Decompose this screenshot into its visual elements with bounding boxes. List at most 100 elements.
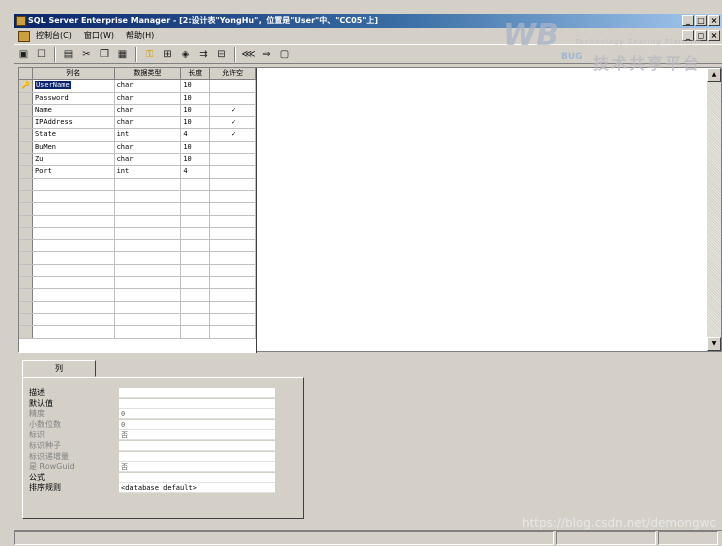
menu-window[interactable]: 窗口(W) [84,28,114,44]
row-selector[interactable] [19,277,33,289]
cell-column-name[interactable]: Name [33,104,115,117]
cell-length[interactable]: 10 [181,154,211,166]
row-selector[interactable] [19,178,33,190]
cell-length[interactable]: 10 [181,141,211,154]
cell-data-type[interactable]: int [115,129,182,141]
cell-column-name[interactable] [33,240,115,252]
relationships-icon[interactable]: ⊞ [160,47,175,62]
row-selector[interactable] [19,301,33,313]
table-row-empty[interactable] [19,301,257,314]
cell-length[interactable] [181,190,211,203]
cell-column-name[interactable]: State [33,129,115,141]
cell-column-name[interactable]: Port [33,166,115,178]
cell-allow-nulls[interactable] [210,190,257,203]
cell-length[interactable] [181,252,211,264]
cell-length[interactable] [181,313,211,326]
cell-length[interactable]: 10 [181,117,211,129]
table-row-empty[interactable] [19,190,257,204]
cell-length[interactable] [181,178,211,190]
property-value[interactable]: 否 [119,462,275,473]
insert-column-icon[interactable]: ▤ [61,47,76,62]
table-row-empty[interactable] [19,326,257,339]
cell-data-type[interactable] [115,277,182,289]
cell-length[interactable]: 4 [181,166,211,178]
cell-data-type[interactable] [115,289,182,301]
menu-console[interactable]: 控制台(C) [36,28,72,44]
row-selector[interactable] [19,141,33,154]
cell-allow-nulls[interactable] [210,326,257,338]
cell-column-name[interactable] [33,203,115,215]
cell-length[interactable]: 10 [181,104,211,117]
cell-column-name[interactable] [33,252,115,264]
cell-data-type[interactable] [115,190,182,203]
cell-column-name[interactable] [33,178,115,190]
mdi-child-icon[interactable] [18,30,30,42]
header-column-name[interactable]: 列名 [33,68,115,80]
cell-column-name[interactable] [33,215,115,227]
cell-allow-nulls[interactable] [210,80,257,92]
cell-allow-nulls[interactable] [210,227,257,240]
cell-allow-nulls[interactable]: ✓ [210,129,257,141]
cell-length[interactable] [181,289,211,301]
cell-column-name[interactable] [33,313,115,326]
cell-length[interactable] [181,264,211,277]
cell-allow-nulls[interactable] [210,277,257,289]
tab-columns[interactable]: 列 [22,360,96,377]
property-value[interactable] [119,441,275,451]
row-selector[interactable] [19,190,33,203]
table-row[interactable]: BuMen char 10 [19,141,257,155]
row-selector[interactable] [19,240,33,252]
primary-key-icon[interactable]: 🔑 [19,80,33,92]
row-selector[interactable] [19,313,33,326]
cell-column-name[interactable] [33,301,115,313]
cell-length[interactable] [181,227,211,240]
table-row[interactable]: Zu char 10 [19,154,257,167]
header-allow-nulls[interactable]: 允许空 [210,68,256,80]
cell-allow-nulls[interactable] [210,178,257,190]
manage-constraints-icon[interactable]: ⇉ [196,47,211,62]
table-row-empty[interactable] [19,264,257,278]
scroll-up-button[interactable]: ▲ [707,68,721,82]
primary-key-icon[interactable]: ⚿ [142,47,157,62]
table-row[interactable]: Name char 10 ✓ [19,104,257,118]
cell-column-name[interactable] [33,289,115,301]
row-selector[interactable] [19,104,33,117]
table-row-empty[interactable] [19,240,257,253]
cell-data-type[interactable] [115,301,182,313]
cell-length[interactable] [181,326,211,338]
menu-help[interactable]: 帮助(H) [126,28,154,44]
cut-icon[interactable]: ✂ [79,47,94,62]
table-row-empty[interactable] [19,215,257,228]
property-value[interactable]: 0 [119,419,275,430]
cell-data-type[interactable] [115,240,182,252]
table-row-empty[interactable] [19,252,257,265]
table-row[interactable]: IPAddress char 10 ✓ [19,117,257,130]
permissions-icon[interactable]: ⇒ [259,47,274,62]
property-value[interactable] [119,398,275,409]
paste-icon[interactable]: ▦ [115,47,130,62]
row-selector[interactable] [19,264,33,277]
cell-length[interactable] [181,215,211,227]
row-selector[interactable] [19,166,33,178]
property-value[interactable] [119,472,275,483]
row-selector[interactable] [19,92,33,104]
table-row-empty[interactable] [19,277,257,290]
cell-allow-nulls[interactable]: ✓ [210,117,257,129]
cell-length[interactable] [181,301,211,313]
cell-allow-nulls[interactable] [210,264,257,277]
row-selector[interactable] [19,203,33,215]
table-row[interactable]: Password char 10 [19,92,257,105]
generate-script-icon[interactable]: ⋘ [241,47,256,62]
cell-data-type[interactable] [115,264,182,277]
cell-length[interactable]: 10 [181,80,211,92]
cell-data-type[interactable]: char [115,80,182,92]
table-row-empty[interactable] [19,227,257,241]
cell-allow-nulls[interactable] [210,215,257,227]
row-selector[interactable] [19,227,33,240]
table-row-empty[interactable] [19,313,257,327]
cell-data-type[interactable] [115,227,182,240]
cell-allow-nulls[interactable] [210,240,257,252]
cell-data-type[interactable]: char [115,92,182,104]
property-value[interactable]: 否 [119,430,275,441]
cell-data-type[interactable] [115,178,182,190]
